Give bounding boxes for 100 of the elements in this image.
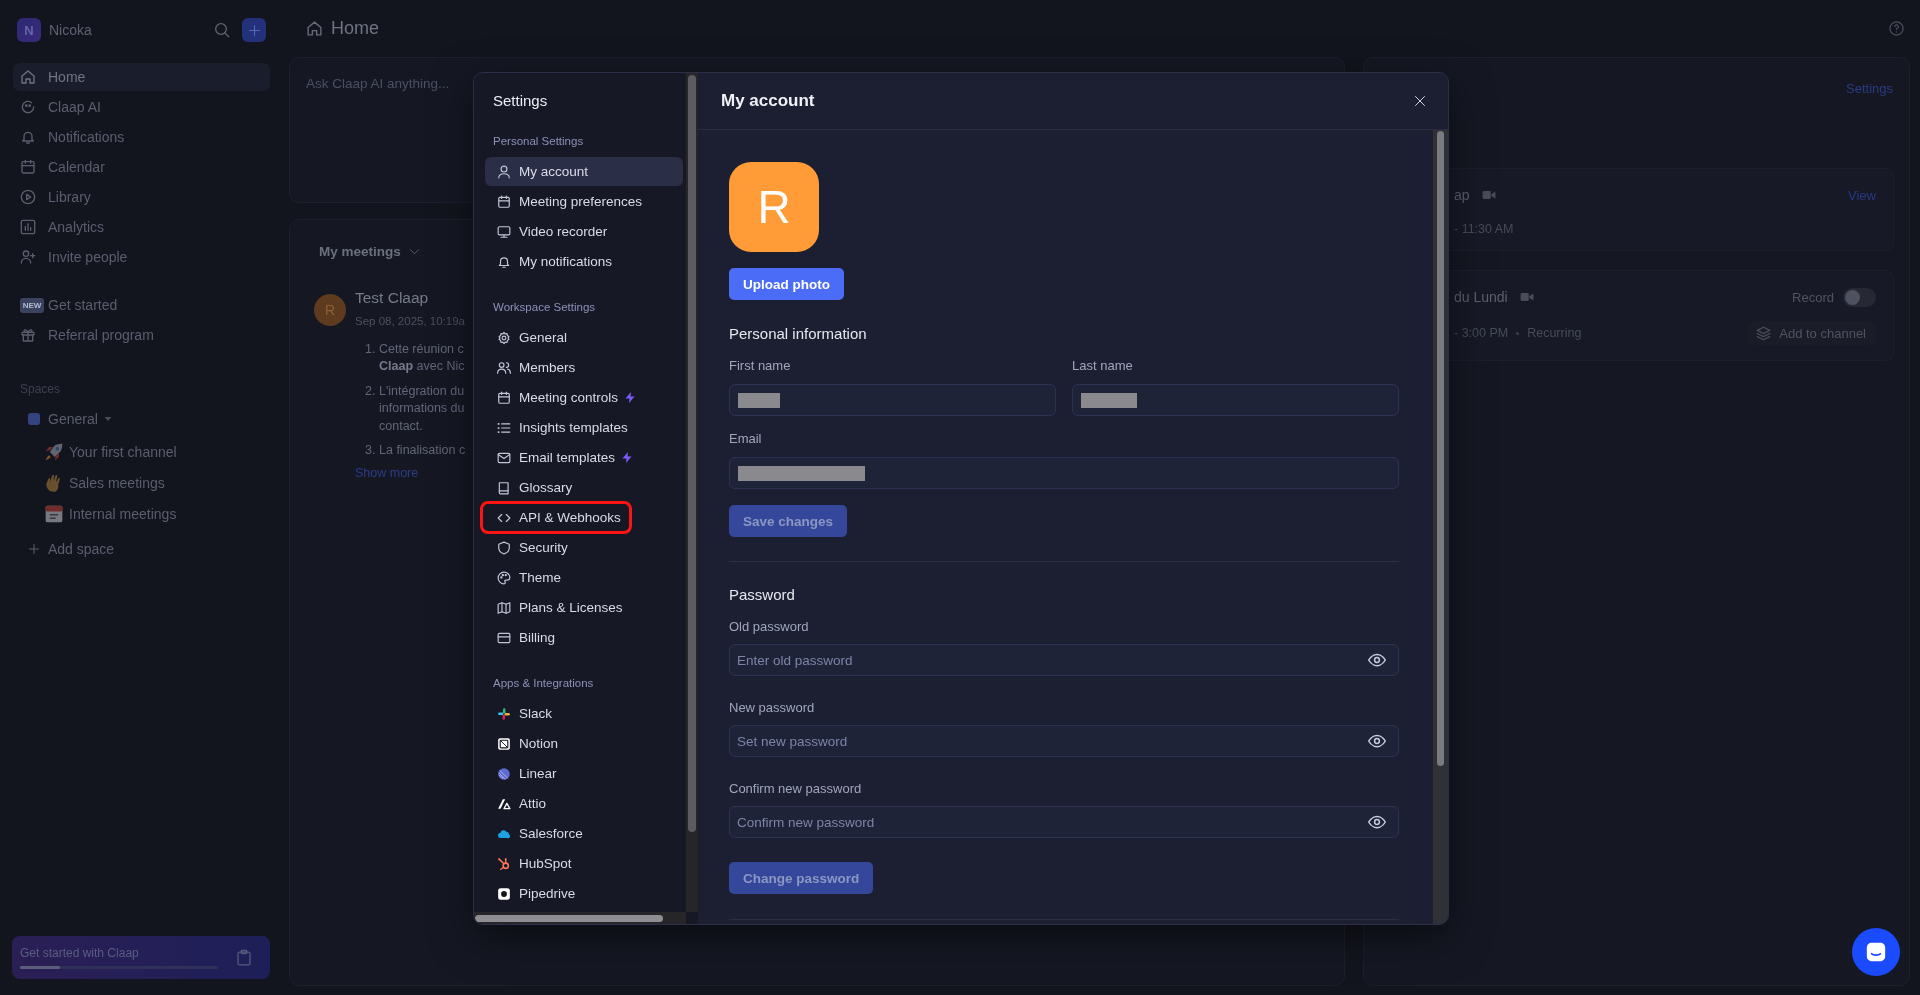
- settings-nav-item[interactable]: Security: [485, 533, 683, 562]
- settings-nav-item[interactable]: Notion: [485, 729, 683, 758]
- sidebar-item[interactable]: Calendar: [13, 153, 270, 181]
- mail-icon: [497, 450, 511, 465]
- channel-item[interactable]: Sales meetings: [13, 469, 270, 497]
- home-icon: [20, 69, 36, 85]
- sidebar-item[interactable]: Library: [13, 183, 270, 211]
- four-color-logo-icon: [497, 706, 511, 721]
- settings-nav-item[interactable]: Slack: [485, 699, 683, 728]
- summary-text: Cette réunion c Claap avec Nic: [379, 340, 465, 375]
- settings-nav-item[interactable]: Insights templates: [485, 413, 683, 442]
- rocket-icon: [44, 442, 64, 462]
- new-button[interactable]: [242, 18, 266, 42]
- eye-icon[interactable]: [1368, 651, 1386, 669]
- sidebar-item[interactable]: Claap AI: [13, 93, 270, 121]
- square-logo-icon: [497, 736, 511, 751]
- eye-icon[interactable]: [1368, 813, 1386, 831]
- sidebar-item[interactable]: Analytics: [13, 213, 270, 241]
- scrollbar-thumb[interactable]: [688, 75, 696, 832]
- record-toggle[interactable]: [1843, 287, 1876, 307]
- home-icon: [306, 20, 323, 37]
- calendar-icon: [497, 194, 511, 209]
- settings-nav-item[interactable]: Pipedrive: [485, 879, 683, 908]
- sidebar-item[interactable]: Referral program: [13, 321, 270, 349]
- settings-nav-item[interactable]: Salesforce: [485, 819, 683, 848]
- workspace-avatar[interactable]: N: [17, 18, 41, 42]
- settings-nav-item[interactable]: Meeting preferences: [485, 187, 683, 216]
- settings-nav-item[interactable]: Billing: [485, 623, 683, 652]
- field-label: Confirm new password: [729, 781, 863, 797]
- lightning-icon: [621, 451, 634, 464]
- password-field[interactable]: Set new password: [729, 725, 1399, 757]
- settings-nav-item[interactable]: Meeting controls: [485, 383, 683, 412]
- field-label: Old password: [729, 619, 810, 635]
- sprocket-icon: [497, 856, 511, 871]
- field-label: Last name: [1072, 358, 1134, 374]
- list-icon: [497, 420, 511, 435]
- last-name-field[interactable]: [1072, 384, 1399, 416]
- meeting-title[interactable]: Test Claap: [355, 288, 429, 307]
- settings-nav-item[interactable]: General: [485, 323, 683, 352]
- settings-nav-item[interactable]: Linear: [485, 759, 683, 788]
- eye-icon[interactable]: [1368, 732, 1386, 750]
- settings-nav-item[interactable]: Attio: [485, 789, 683, 818]
- layers-icon: [1756, 325, 1772, 341]
- sidebar-item[interactable]: Notifications: [13, 123, 270, 151]
- search-icon[interactable]: [214, 22, 230, 38]
- sidebar-item[interactable]: Invite people: [13, 243, 270, 271]
- chevron-down-icon: [408, 246, 420, 257]
- sidebar-item[interactable]: NEW Get started: [13, 291, 270, 319]
- event-title: du Lundi: [1454, 289, 1508, 305]
- bar-chart-icon: [20, 219, 36, 235]
- space-item[interactable]: General: [13, 405, 270, 433]
- onboarding-title: Get started with Claap: [20, 946, 139, 960]
- lightning-icon: [624, 391, 637, 404]
- channel-item[interactable]: Your first channel: [13, 438, 270, 466]
- channel-item[interactable]: Internal meetings: [13, 500, 270, 528]
- map-icon: [497, 600, 511, 615]
- plus-icon: [28, 543, 40, 555]
- settings-nav-item[interactable]: My account: [485, 157, 683, 186]
- section-heading: Personal Settings: [492, 134, 585, 148]
- book-icon: [497, 480, 511, 495]
- record-label: Record: [1792, 289, 1834, 305]
- profile-avatar: R: [729, 162, 819, 252]
- settings-nav-item[interactable]: Theme: [485, 563, 683, 592]
- chat-icon: [1865, 941, 1887, 963]
- credit-card-icon: [497, 630, 511, 645]
- settings-nav-item[interactable]: Members: [485, 353, 683, 382]
- password-field[interactable]: Confirm new password: [729, 806, 1399, 838]
- section-heading: Personal information: [729, 325, 867, 343]
- list-number: 3.: [365, 442, 377, 459]
- user-plus-icon: [20, 249, 36, 265]
- event-title: ap: [1454, 187, 1470, 203]
- settings-nav-item[interactable]: My notifications: [485, 247, 683, 276]
- settings-nav-item[interactable]: Video recorder: [485, 217, 683, 246]
- email-field[interactable]: [729, 457, 1399, 489]
- page-title: Home: [331, 18, 379, 39]
- add-space-button[interactable]: Add space: [13, 535, 270, 563]
- rounded-square-logo-icon: [497, 886, 511, 901]
- settings-nav-item[interactable]: API & Webhooks: [480, 501, 632, 534]
- play-icon: [20, 189, 36, 205]
- settings-nav-item[interactable]: Glossary: [485, 473, 683, 502]
- field-label: First name: [729, 358, 792, 374]
- smiley-icon: [20, 99, 36, 115]
- settings-nav-item[interactable]: HubSpot: [485, 849, 683, 878]
- slanted-logo-icon: [497, 796, 511, 811]
- upload-photo-button[interactable]: Upload photo: [729, 268, 844, 300]
- gift-icon: [20, 327, 36, 343]
- settings-nav-item[interactable]: Plans & Licenses: [485, 593, 683, 622]
- settings-nav-item[interactable]: Email templates: [485, 443, 683, 472]
- password-field[interactable]: Enter old password: [729, 644, 1399, 676]
- scrollbar-thumb[interactable]: [1437, 131, 1444, 766]
- section-heading: Workspace Settings: [492, 300, 597, 314]
- first-name-field[interactable]: [729, 384, 1056, 416]
- scrollbar-thumb[interactable]: [475, 914, 663, 922]
- section-heading: Apps & Integrations: [492, 676, 595, 690]
- meetings-filter-dropdown[interactable]: My meetings: [314, 242, 425, 261]
- close-icon[interactable]: [1414, 95, 1426, 107]
- sidebar-item[interactable]: Home: [13, 63, 270, 91]
- workspace-name[interactable]: Nicoka: [49, 22, 92, 38]
- onboarding-card[interactable]: Get started with Claap: [12, 936, 270, 979]
- bell-icon: [497, 254, 511, 269]
